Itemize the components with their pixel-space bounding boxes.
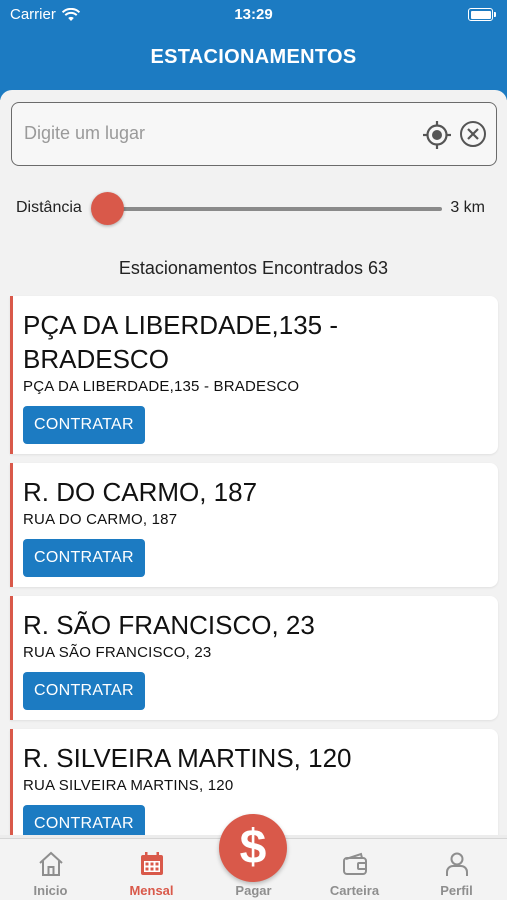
results-count: Estacionamentos Encontrados 63 (118, 258, 389, 278)
distance-slider-track[interactable] (100, 207, 442, 211)
header-bar: Carrier 13:29 ESTACIONAMENTOS (0, 0, 507, 100)
contratar-button[interactable]: CONTRATAR (23, 406, 145, 444)
parking-address: RUA SÃO FRANCISCO, 23 (23, 644, 212, 661)
wallet-icon (342, 852, 367, 875)
parking-name: R. DO CARMO, 187 (23, 477, 258, 507)
tab-label: Carteira (329, 883, 380, 898)
locate-icon[interactable] (422, 120, 452, 150)
tab-inicio[interactable]: Inicio (0, 839, 101, 900)
parking-name: R. SÃO FRANCISCO, 23 (23, 610, 315, 640)
parking-list: PÇA DA LIBERDADE,135 - BRADESCO PÇA DA L… (10, 296, 498, 835)
tab-mensal[interactable]: Mensal (101, 839, 202, 900)
parking-card[interactable]: R. DO CARMO, 187 RUA DO CARMO, 187 CONTR… (10, 463, 498, 587)
home-icon (38, 851, 63, 876)
parking-address: RUA SILVEIRA MARTINS, 120 (23, 777, 234, 794)
contratar-button[interactable]: CONTRATAR (23, 672, 145, 710)
status-time: 13:29 (234, 6, 273, 23)
tab-perfil[interactable]: Perfil (406, 839, 507, 900)
search-input[interactable] (24, 103, 414, 164)
status-bar: Carrier 13:29 (0, 0, 507, 30)
parking-name: PÇA DA LIBERDADE,135 - BRADESCO (23, 310, 339, 374)
dollar-icon: $ (239, 821, 267, 874)
content-sheet: Distância 3 km Estacionamentos Encontrad… (0, 90, 507, 835)
clear-icon[interactable] (459, 120, 487, 148)
parking-address: RUA DO CARMO, 187 (23, 511, 178, 528)
search-box (11, 102, 497, 166)
tab-label: Mensal (129, 883, 174, 898)
distance-row: Distância 3 km (0, 190, 507, 226)
contratar-button[interactable]: CONTRATAR (23, 805, 145, 835)
battery-icon (468, 8, 496, 21)
calendar-icon (140, 852, 163, 875)
page-title: ESTACIONAMENTOS (150, 46, 357, 68)
tab-label: Pagar (235, 883, 272, 898)
tab-label: Perfil (440, 883, 473, 898)
parking-address: PÇA DA LIBERDADE,135 - BRADESCO (23, 378, 300, 395)
pay-button[interactable]: $ (219, 814, 287, 882)
person-icon (445, 852, 468, 876)
tab-label: Inicio (33, 883, 68, 898)
tab-carteira[interactable]: Carteira (304, 839, 405, 900)
distance-label: Distância (16, 199, 82, 216)
distance-value: 3 km (450, 199, 485, 216)
parking-name: R. SILVEIRA MARTINS, 120 (23, 743, 352, 773)
parking-card[interactable]: PÇA DA LIBERDADE,135 - BRADESCO PÇA DA L… (10, 296, 498, 454)
distance-slider-thumb[interactable] (91, 192, 124, 225)
parking-card[interactable]: R. SÃO FRANCISCO, 23 RUA SÃO FRANCISCO, … (10, 596, 498, 720)
contratar-button[interactable]: CONTRATAR (23, 539, 145, 577)
